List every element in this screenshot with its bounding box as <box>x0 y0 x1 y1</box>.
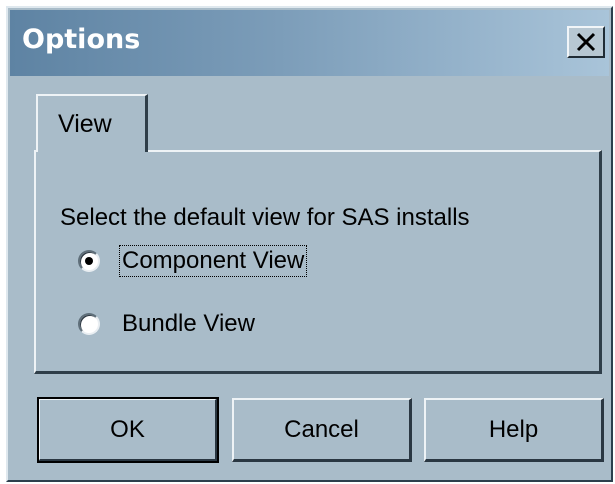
cancel-button[interactable]: Cancel <box>232 398 412 462</box>
options-dialog: Options View Select the default view for… <box>6 6 613 482</box>
tab-view[interactable]: View <box>36 94 148 152</box>
instruction-text: Select the default view for SAS installs <box>60 204 470 231</box>
tab-view-label: View <box>58 110 112 138</box>
radio-selected-dot <box>85 257 93 265</box>
close-icon <box>575 32 597 52</box>
component-view-option[interactable]: Component View <box>78 245 308 277</box>
view-tab-panel: Select the default view for SAS installs… <box>34 150 602 374</box>
component-view-label[interactable]: Component View <box>118 245 308 277</box>
window-title: Options <box>22 24 141 55</box>
close-button[interactable] <box>567 26 605 58</box>
title-bar[interactable]: Options <box>10 10 609 76</box>
ok-button[interactable]: OK <box>37 397 219 463</box>
component-view-radio[interactable] <box>78 250 100 272</box>
bundle-view-radio[interactable] <box>78 313 100 335</box>
bundle-view-label[interactable]: Bundle View <box>120 309 257 339</box>
bundle-view-option[interactable]: Bundle View <box>78 309 257 339</box>
help-button[interactable]: Help <box>424 398 604 462</box>
